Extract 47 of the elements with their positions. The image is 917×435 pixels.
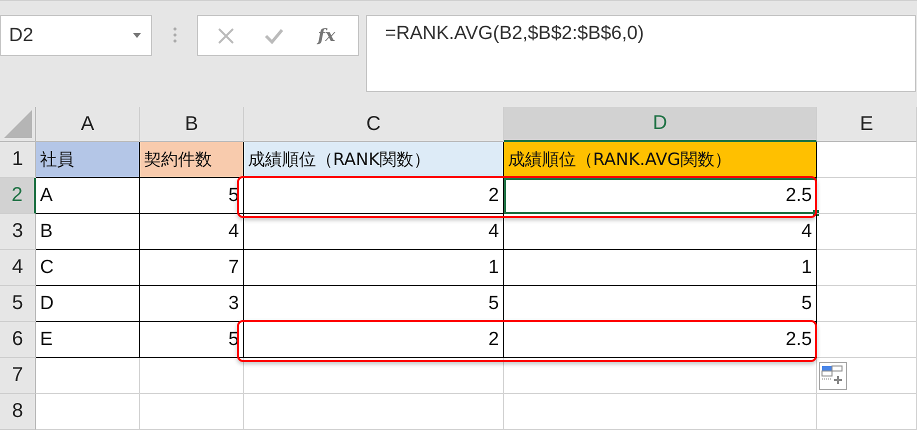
table-cell: 4 bbox=[244, 214, 504, 250]
row-header[interactable]: 4 bbox=[0, 250, 36, 286]
row-header[interactable]: 7 bbox=[0, 358, 36, 394]
table-cell: 2.5 bbox=[504, 178, 817, 214]
select-all-button[interactable] bbox=[0, 107, 36, 142]
column-header[interactable]: D bbox=[504, 107, 817, 142]
formula-text: =RANK.AVG(B2,$B$2:$B$6,0) bbox=[385, 23, 644, 44]
table-cell: B bbox=[36, 214, 140, 250]
triangle-icon bbox=[4, 110, 32, 138]
row-header[interactable]: 8 bbox=[0, 394, 36, 430]
row-header[interactable]: 3 bbox=[0, 214, 36, 250]
formula-field[interactable]: =RANK.AVG(B2,$B$2:$B$6,0) bbox=[366, 15, 916, 92]
dropdown-caret-icon[interactable] bbox=[133, 33, 141, 38]
table-cell: D bbox=[36, 286, 140, 322]
table-cell: 5 bbox=[504, 286, 817, 322]
row-header[interactable]: 2 bbox=[0, 178, 36, 214]
table-cell: 5 bbox=[244, 286, 504, 322]
table-cell: 1 bbox=[244, 250, 504, 286]
name-box[interactable]: D2 bbox=[0, 15, 152, 56]
header-cell: 成績順位（RANK.AVG関数） bbox=[504, 142, 817, 178]
table-cell: C bbox=[36, 250, 140, 286]
column-header[interactable]: C bbox=[244, 107, 504, 142]
row-header[interactable]: 1 bbox=[0, 142, 36, 178]
table-cell: 1 bbox=[504, 250, 817, 286]
paste-options-button[interactable] bbox=[819, 362, 847, 390]
table-cell: 3 bbox=[140, 286, 244, 322]
table-cell: 2.5 bbox=[504, 322, 817, 358]
checkmark-icon[interactable] bbox=[264, 28, 284, 44]
header-cell: 契約件数 bbox=[140, 142, 244, 178]
table-cell: 4 bbox=[140, 214, 244, 250]
column-header[interactable]: A bbox=[36, 107, 140, 142]
header-cell: 社員 bbox=[36, 142, 140, 178]
table-cell: 4 bbox=[504, 214, 817, 250]
row-header[interactable]: 6 bbox=[0, 322, 36, 358]
table-cell: 7 bbox=[140, 250, 244, 286]
column-header[interactable]: E bbox=[817, 107, 917, 142]
table-cell: A bbox=[36, 178, 140, 214]
row-header[interactable]: 5 bbox=[0, 286, 36, 322]
cancel-icon[interactable] bbox=[216, 26, 235, 44]
insert-function-button[interactable]: fx bbox=[314, 26, 340, 46]
column-header[interactable]: B bbox=[140, 107, 244, 142]
table-cell: E bbox=[36, 322, 140, 358]
grip-icon bbox=[173, 27, 177, 43]
table-cell: 2 bbox=[244, 178, 504, 214]
header-cell: 成績順位（RANK関数） bbox=[244, 142, 504, 178]
cell-reference: D2 bbox=[9, 24, 34, 46]
table-cell: 2 bbox=[244, 322, 504, 358]
